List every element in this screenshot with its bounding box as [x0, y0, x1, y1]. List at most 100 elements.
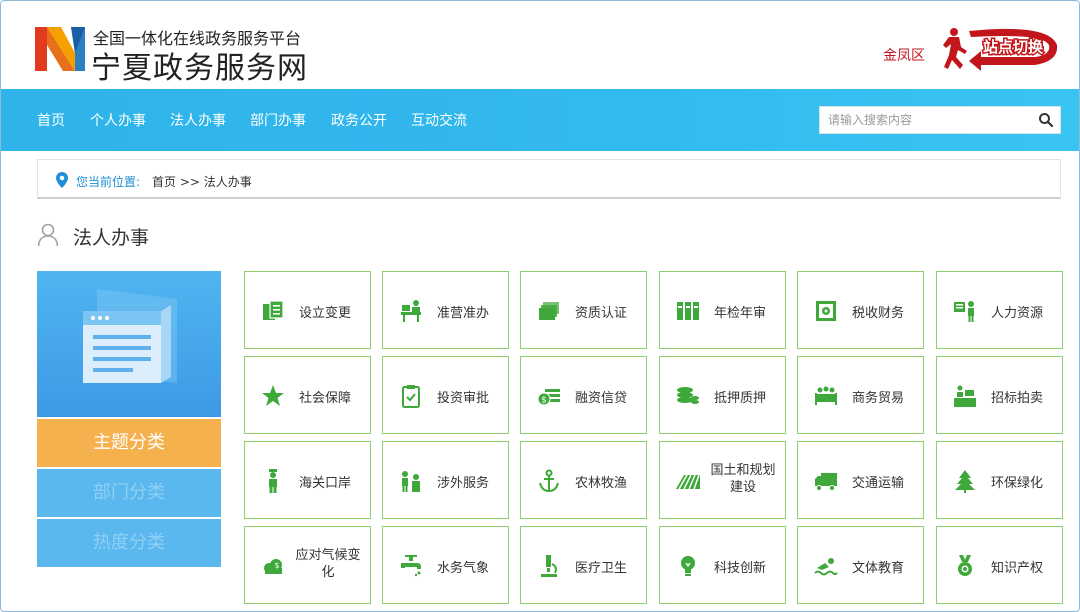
service-item[interactable]: 海关口岸 [244, 441, 371, 519]
service-item[interactable]: $ 应对气候变化 [244, 526, 371, 604]
service-label: 投资审批 [437, 391, 490, 406]
medal-icon [958, 555, 972, 576]
service-item[interactable]: 交通运输 [797, 441, 924, 519]
service-item[interactable]: 准营准办 [382, 271, 509, 349]
person-board-icon [954, 301, 974, 322]
service-label: 税收财务 [852, 306, 905, 321]
location-pin-icon [56, 172, 68, 188]
service-label: 文体教育 [852, 561, 905, 576]
main-nav: 首页 个人办事 法人办事 部门办事 政务公开 互动交流 [1, 89, 1079, 151]
site-switch-button[interactable]: 站点切换 [939, 25, 1061, 77]
anchor-icon [539, 469, 559, 493]
lightbulb-icon [681, 556, 695, 576]
service-item[interactable]: 知识产权 [936, 526, 1063, 604]
service-label: 融资信贷 [575, 391, 628, 406]
service-item[interactable]: 环保绿化 [936, 441, 1063, 519]
service-label: 海关口岸 [299, 476, 352, 491]
svg-text:$: $ [541, 396, 547, 406]
service-label: 商务贸易 [852, 391, 905, 406]
site-title[interactable]: 宁夏政务服务网 [91, 43, 308, 87]
service-item[interactable]: 资质认证 [520, 271, 647, 349]
field-icon [676, 474, 700, 490]
service-item[interactable]: 文体教育 [797, 526, 924, 604]
service-label: 社会保障 [299, 391, 352, 406]
service-item[interactable]: 国土和规划建设 [659, 441, 786, 519]
desk-person-icon [401, 300, 421, 322]
meeting-icon [815, 386, 837, 405]
service-item[interactable]: 投资审批 [382, 356, 509, 434]
service-label: 涉外服务 [437, 476, 490, 491]
people-icon [402, 471, 420, 492]
service-item[interactable]: $ 融资信贷 [520, 356, 647, 434]
service-item[interactable]: 社会保障 [244, 356, 371, 434]
nav-item-corporate[interactable]: 法人办事 [170, 110, 226, 130]
service-label: 科技创新 [714, 561, 767, 576]
service-item[interactable]: 农林牧渔 [520, 441, 647, 519]
service-item[interactable]: 抵押质押 [659, 356, 786, 434]
service-item[interactable]: 医疗卫生 [520, 526, 647, 604]
service-item[interactable]: 涉外服务 [382, 441, 509, 519]
tab-topic[interactable]: 主题分类 [37, 419, 221, 467]
page-frame: 全国一体化在线政务服务平台 宁夏政务服务网 金凤区 站点切换 首页 个人办事 法… [0, 0, 1080, 612]
service-label: 人力资源 [991, 306, 1044, 321]
switch-label: 站点切换 [983, 38, 1044, 56]
running-man-icon [943, 28, 967, 69]
service-item[interactable]: 设立变更 [244, 271, 371, 349]
search-icon[interactable] [1038, 112, 1054, 128]
nav-item-public[interactable]: 政务公开 [331, 110, 387, 130]
service-label: 农林牧渔 [575, 476, 628, 491]
category-illustration [37, 271, 221, 417]
search-input[interactable] [828, 111, 1028, 129]
nav-item-home[interactable]: 首页 [37, 110, 65, 130]
service-item[interactable]: 税收财务 [797, 271, 924, 349]
star-icon [262, 385, 284, 406]
swimmer-icon [814, 558, 838, 576]
tab-popularity[interactable]: 热度分类 [37, 519, 221, 567]
service-item[interactable]: 年检年审 [659, 271, 786, 349]
service-label: 知识产权 [991, 561, 1044, 576]
nav-item-personal[interactable]: 个人办事 [90, 110, 146, 130]
faucet-icon [401, 555, 421, 577]
money-icon: $ [537, 389, 560, 406]
nav-item-interaction[interactable]: 互动交流 [411, 110, 467, 130]
service-label: 准营准办 [437, 306, 490, 321]
site-header: 全国一体化在线政务服务平台 宁夏政务服务网 金凤区 站点切换 [1, 1, 1079, 89]
svg-text:$: $ [274, 561, 279, 570]
service-item[interactable]: 招标拍卖 [936, 356, 1063, 434]
clipboard-check-icon [402, 385, 420, 408]
site-logo[interactable] [35, 23, 87, 75]
officer-icon [269, 469, 277, 493]
service-label: 医疗卫生 [575, 561, 628, 576]
service-label: 国土和规划建设 [710, 463, 776, 495]
podium-icon [954, 385, 976, 407]
microscope-icon [541, 555, 557, 577]
search-box [819, 106, 1061, 134]
service-label: 水务气象 [437, 561, 490, 576]
nav-item-department[interactable]: 部门办事 [250, 110, 306, 130]
tab-department[interactable]: 部门分类 [37, 469, 221, 517]
service-label: 年检年审 [714, 306, 767, 321]
service-item[interactable]: 商务贸易 [797, 356, 924, 434]
coins-icon [677, 387, 699, 404]
service-item[interactable]: 科技创新 [659, 526, 786, 604]
service-label: 抵押质押 [714, 391, 767, 406]
service-item[interactable]: 水务气象 [382, 526, 509, 604]
cards-icon [539, 302, 559, 320]
section-title: 法人办事 [73, 227, 150, 249]
breadcrumb: 您当前位置: 首页 >> 法人办事 [37, 159, 1061, 199]
truck-icon [815, 473, 837, 491]
breadcrumb-path[interactable]: 首页 >> 法人办事 [152, 173, 252, 190]
service-label: 交通运输 [852, 476, 905, 491]
service-label: 应对气候变化 [295, 548, 361, 580]
documents-icon [263, 300, 284, 320]
binders-icon [677, 302, 699, 320]
region-name[interactable]: 金凤区 [883, 45, 925, 65]
service-label: 设立变更 [299, 306, 352, 321]
window-illustration-icon [83, 289, 177, 383]
tree-icon [955, 470, 975, 493]
cloud-icon: $ [264, 559, 282, 574]
service-label: 资质认证 [575, 306, 628, 321]
service-item[interactable]: 人力资源 [936, 271, 1063, 349]
service-label: 招标拍卖 [991, 391, 1044, 406]
user-outline-icon [37, 223, 59, 247]
